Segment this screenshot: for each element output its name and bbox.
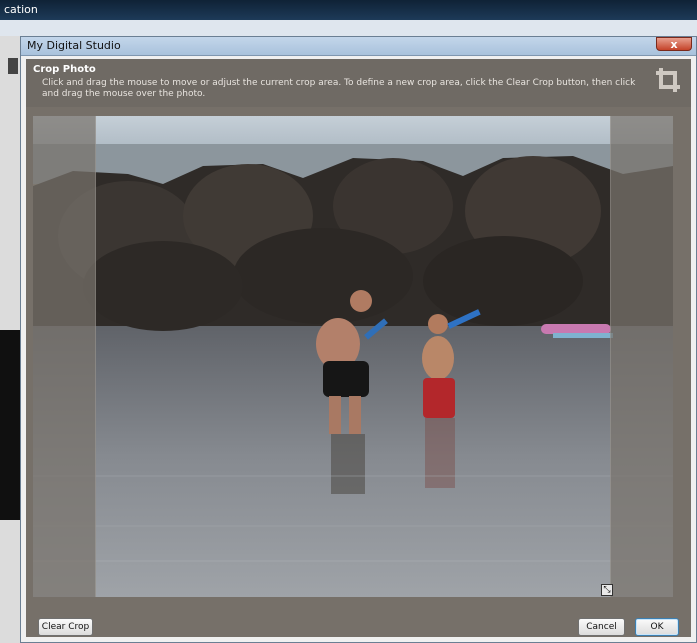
crop-area[interactable] [95,116,611,597]
crop-header: Crop Photo Click and drag the mouse to m… [26,59,691,107]
resize-handle-icon[interactable]: ⤡ [601,584,613,596]
crop-title: Crop Photo [33,64,96,75]
dialog-footer: Clear Crop Cancel OK [26,615,691,639]
crop-mask-right [610,116,673,597]
background-dark-panel [0,330,22,520]
crop-mask-left [33,116,96,597]
photo-canvas[interactable]: ⤡ [33,116,673,597]
background-menubar [0,20,697,37]
dialog-titlebar[interactable]: My Digital Studio x [21,37,696,56]
cancel-button[interactable]: Cancel [578,618,625,636]
close-button[interactable]: x [656,37,692,51]
background-title: cation [4,3,38,16]
crop-instructions: Click and drag the mouse to move or adju… [42,78,636,99]
ok-button[interactable]: OK [635,618,679,636]
background-tool-icon [8,58,18,74]
clear-crop-button[interactable]: Clear Crop [38,618,93,636]
dialog-body: Crop Photo Click and drag the mouse to m… [26,59,691,637]
crop-icon [656,68,680,92]
background-titlebar: cation [0,0,697,20]
crop-photo-dialog: My Digital Studio x Crop Photo Click and… [20,36,697,643]
dialog-title: My Digital Studio [27,39,121,52]
